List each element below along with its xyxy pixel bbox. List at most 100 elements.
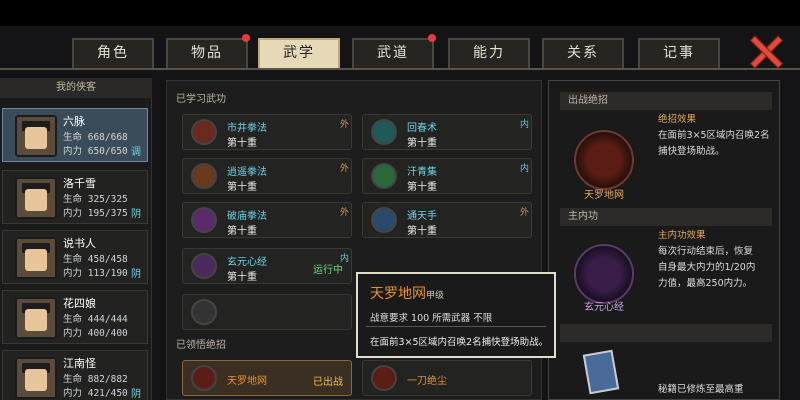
skill-slot[interactable]: 逍遥拳法第十重 外	[182, 158, 352, 194]
avatar	[15, 357, 57, 399]
avatar	[15, 297, 57, 339]
empty-slot-icon	[191, 299, 217, 325]
skill-slot[interactable]: 市井拳法 第十重 外	[182, 114, 352, 150]
character-hp: 生命 668/668	[63, 132, 128, 143]
character-name: 江南怪	[63, 357, 96, 370]
empty-skill-slot[interactable]	[182, 294, 352, 330]
character-card[interactable]: 江南怪生命 882/882 内力 421/450 阴	[2, 350, 148, 400]
character-card[interactable]: 洛千雪生命 325/325 内力 195/375 阴	[2, 170, 148, 224]
character-card[interactable]: 花四娘 生命 444/444 内力 400/400	[2, 290, 148, 344]
avatar	[15, 237, 57, 279]
tab-2[interactable]: 武学	[258, 38, 340, 68]
skill-level: 第十重	[407, 226, 437, 237]
battle-ultimate-name: 天罗地网	[584, 190, 624, 201]
skill-level: 第十重	[227, 226, 257, 237]
skill-type-badge: 外	[339, 120, 349, 130]
tab-4[interactable]: 能力	[448, 38, 530, 68]
ultimate-icon	[191, 365, 217, 391]
avatar	[15, 115, 57, 157]
skill-slot[interactable]: 玄元心经 第十重内运行中	[182, 248, 352, 284]
tooltip-requirement: 战意要求 100 所需武器 不限	[370, 313, 493, 324]
skill-level: 第十重	[407, 182, 437, 193]
learned-skills-title: 已学习武功	[176, 94, 226, 105]
skill-slot[interactable]: 通天手 第十重 外	[362, 202, 532, 238]
character-mp: 内力 113/190	[63, 268, 128, 279]
avatar	[15, 177, 57, 219]
effect-line-1: 在面前3×5区域内召唤2名	[658, 130, 770, 141]
skill-icon	[191, 163, 217, 189]
skill-type-badge: 外	[339, 208, 349, 218]
character-name: 说书人	[63, 237, 96, 250]
internal-skill-icon[interactable]	[574, 244, 634, 304]
internal-line-3: 力值，最高250内力。	[658, 278, 753, 289]
character-hp: 生命 882/882	[63, 374, 128, 385]
skill-slot[interactable]: 破庙拳法第十重 外	[182, 202, 352, 238]
skill-name: 破庙拳法	[227, 211, 267, 222]
character-hp: 生命 325/325	[63, 194, 128, 205]
skill-slot[interactable]: 汗青集 第十重 内	[362, 158, 532, 194]
skill-name: 逍遥拳法	[227, 167, 267, 178]
ultimate-slot[interactable]: 一刀绝尘	[362, 360, 532, 396]
tooltip-description: 在面前3×5区域内召唤2名捕快登场助战。	[370, 337, 549, 348]
skill-type-badge: 外	[519, 208, 529, 218]
ultimates-title: 已领悟绝招	[176, 340, 226, 351]
tab-0[interactable]: 角色	[72, 38, 154, 68]
tab-divider	[0, 68, 800, 70]
tab-6[interactable]: 记事	[638, 38, 720, 68]
running-status: 运行中	[313, 265, 343, 276]
character-tag: 阴	[131, 269, 141, 280]
skill-icon	[191, 119, 217, 145]
top-bar	[0, 0, 800, 26]
character-list: 我的侠客 六脉生命 668/668 内力 650/650 调洛千雪生命 325/32…	[0, 78, 152, 400]
notification-dot	[242, 34, 250, 42]
character-card[interactable]: 说书人生命 458/458 内力 113/190 阴	[2, 230, 148, 284]
tooltip-level: 甲级	[426, 291, 445, 301]
character-tag: 阴	[131, 389, 141, 400]
skill-icon	[191, 253, 217, 279]
skill-level: 第十重	[227, 182, 257, 193]
effect-line-2: 捕快登场助战。	[658, 146, 725, 157]
character-mp: 内力 195/375	[63, 208, 128, 219]
character-hp: 生命 458/458	[63, 254, 128, 265]
character-name: 花四娘	[63, 297, 96, 310]
skill-type-badge: 内	[519, 164, 529, 174]
internal-line-2: 自身最大内力的1/20内	[658, 262, 756, 273]
notification-dot	[428, 34, 436, 42]
skill-icon	[371, 163, 397, 189]
tab-3[interactable]: 武道	[352, 34, 436, 68]
effect-title: 绝招效果	[658, 114, 697, 125]
ultimate-slot[interactable]: 天罗地网 已出战	[182, 360, 352, 396]
skill-tooltip: 天罗地网 甲级 战意要求 100 所需武器 不限 在面前3×5区域内召唤2名捕快…	[356, 272, 556, 358]
character-tag: 调	[131, 147, 141, 158]
character-hp: 生命 444/444	[63, 314, 128, 325]
internal-line-1: 每次行动结束后，恢复	[658, 246, 754, 257]
ultimate-name: 天罗地网	[227, 376, 267, 387]
skill-name: 回春术	[407, 123, 437, 134]
skill-name: 玄元心经	[227, 257, 267, 268]
book-status: 秘籍已修炼至最高重	[658, 384, 744, 395]
character-name: 六脉	[63, 115, 85, 128]
ultimate-name: 一刀绝尘	[407, 376, 447, 387]
skill-level: 第十重	[227, 138, 257, 149]
character-tag: 阴	[131, 209, 141, 220]
ultimate-medal-icon[interactable]	[574, 130, 634, 190]
ultimate-status: 已出战	[313, 377, 343, 388]
close-icon[interactable]	[748, 34, 782, 68]
character-card[interactable]: 六脉生命 668/668 内力 650/650 调	[2, 108, 148, 162]
ultimate-icon	[371, 365, 397, 391]
tooltip-divider	[366, 326, 546, 327]
skill-icon	[371, 119, 397, 145]
skill-level: 第十重	[227, 272, 257, 283]
character-name: 洛千雪	[63, 177, 96, 190]
skill-icon	[371, 207, 397, 233]
tab-5[interactable]: 关系	[542, 38, 624, 68]
internal-effect-title: 主内功效果	[658, 230, 706, 241]
character-mp: 内力 421/450	[63, 388, 128, 399]
skill-type-badge: 外	[339, 164, 349, 174]
skill-slot[interactable]: 回春术 第十重 内	[362, 114, 532, 150]
skill-icon	[191, 207, 217, 233]
tab-1[interactable]: 物品	[166, 34, 250, 68]
character-mp: 内力 650/650	[63, 146, 128, 157]
game-screen: 角色 物品 武学 武道 能力 关系 记事 我的侠客 六脉生命 668/668 内力 650/6…	[0, 0, 800, 400]
character-list-title: 我的侠客	[0, 78, 152, 98]
